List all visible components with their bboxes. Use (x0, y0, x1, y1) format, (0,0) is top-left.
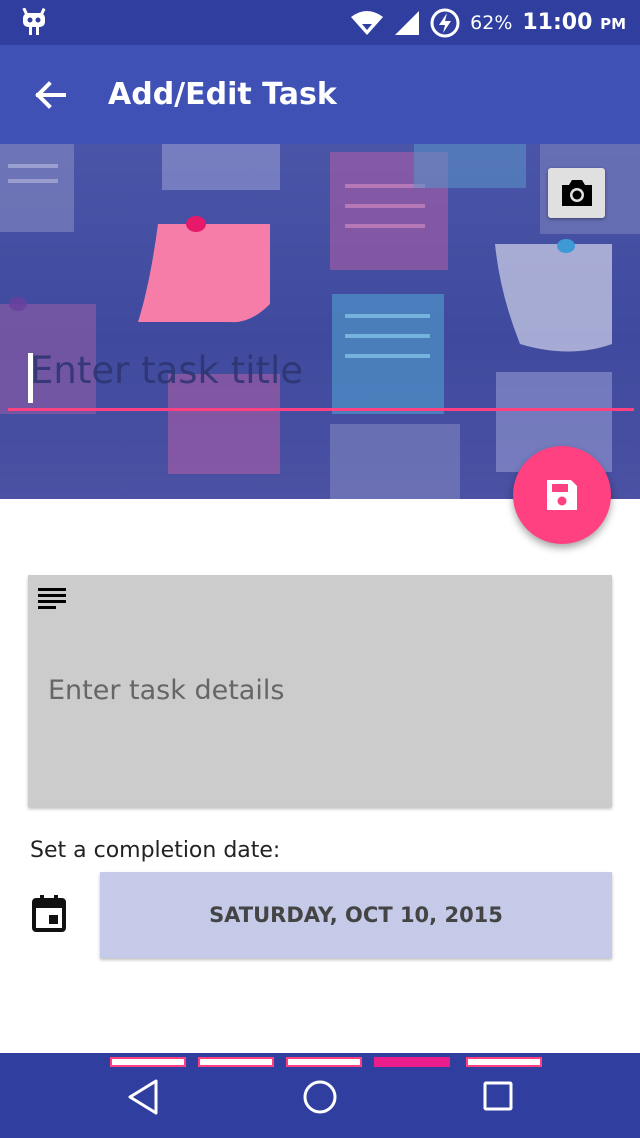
calendar-icon (32, 895, 66, 932)
app-toolbar: Add/Edit Task (0, 45, 640, 144)
page-title: Add/Edit Task (108, 77, 337, 112)
page-indicator-active (374, 1057, 450, 1067)
back-button[interactable] (28, 73, 72, 117)
status-bar: 62% 11:00 PM (0, 0, 640, 45)
clock-suffix: PM (600, 15, 626, 33)
completion-date-button[interactable]: SATURDAY, OCT 10, 2015 (100, 872, 612, 958)
nav-recents-button[interactable] (474, 1073, 522, 1121)
home-icon (303, 1080, 337, 1114)
battery-percent: 62% (470, 11, 513, 34)
task-title-placeholder: Enter task title (30, 349, 304, 392)
arrow-back-icon (35, 81, 66, 109)
camera-button[interactable] (548, 168, 605, 218)
signal-icon (395, 10, 420, 35)
back-icon (128, 1079, 158, 1115)
notes-icon (38, 588, 66, 609)
save-icon (547, 480, 577, 510)
clock-time: 11:00 (522, 10, 593, 35)
header-image (0, 144, 640, 499)
page-indicator (198, 1057, 274, 1067)
nav-home-button[interactable] (296, 1073, 344, 1121)
task-details-field[interactable]: Enter task details (28, 575, 612, 807)
save-task-button[interactable] (513, 446, 611, 544)
completion-date-label: Set a completion date: (30, 838, 281, 863)
page-indicator (466, 1057, 542, 1067)
sticky-notes-illustration (0, 144, 640, 499)
recents-icon (483, 1081, 513, 1111)
page-indicator (110, 1057, 186, 1067)
task-title-field[interactable]: Enter task title (8, 345, 634, 411)
task-details-placeholder: Enter task details (48, 675, 285, 706)
page-indicator (286, 1057, 362, 1067)
camera-icon (561, 180, 592, 206)
nav-back-button[interactable] (120, 1073, 168, 1121)
task-title-underline (8, 408, 634, 411)
wifi-icon (351, 10, 384, 35)
android-notification-icon (22, 8, 46, 35)
clock: 11:00 PM (522, 10, 626, 35)
battery-charging-icon (430, 8, 460, 37)
